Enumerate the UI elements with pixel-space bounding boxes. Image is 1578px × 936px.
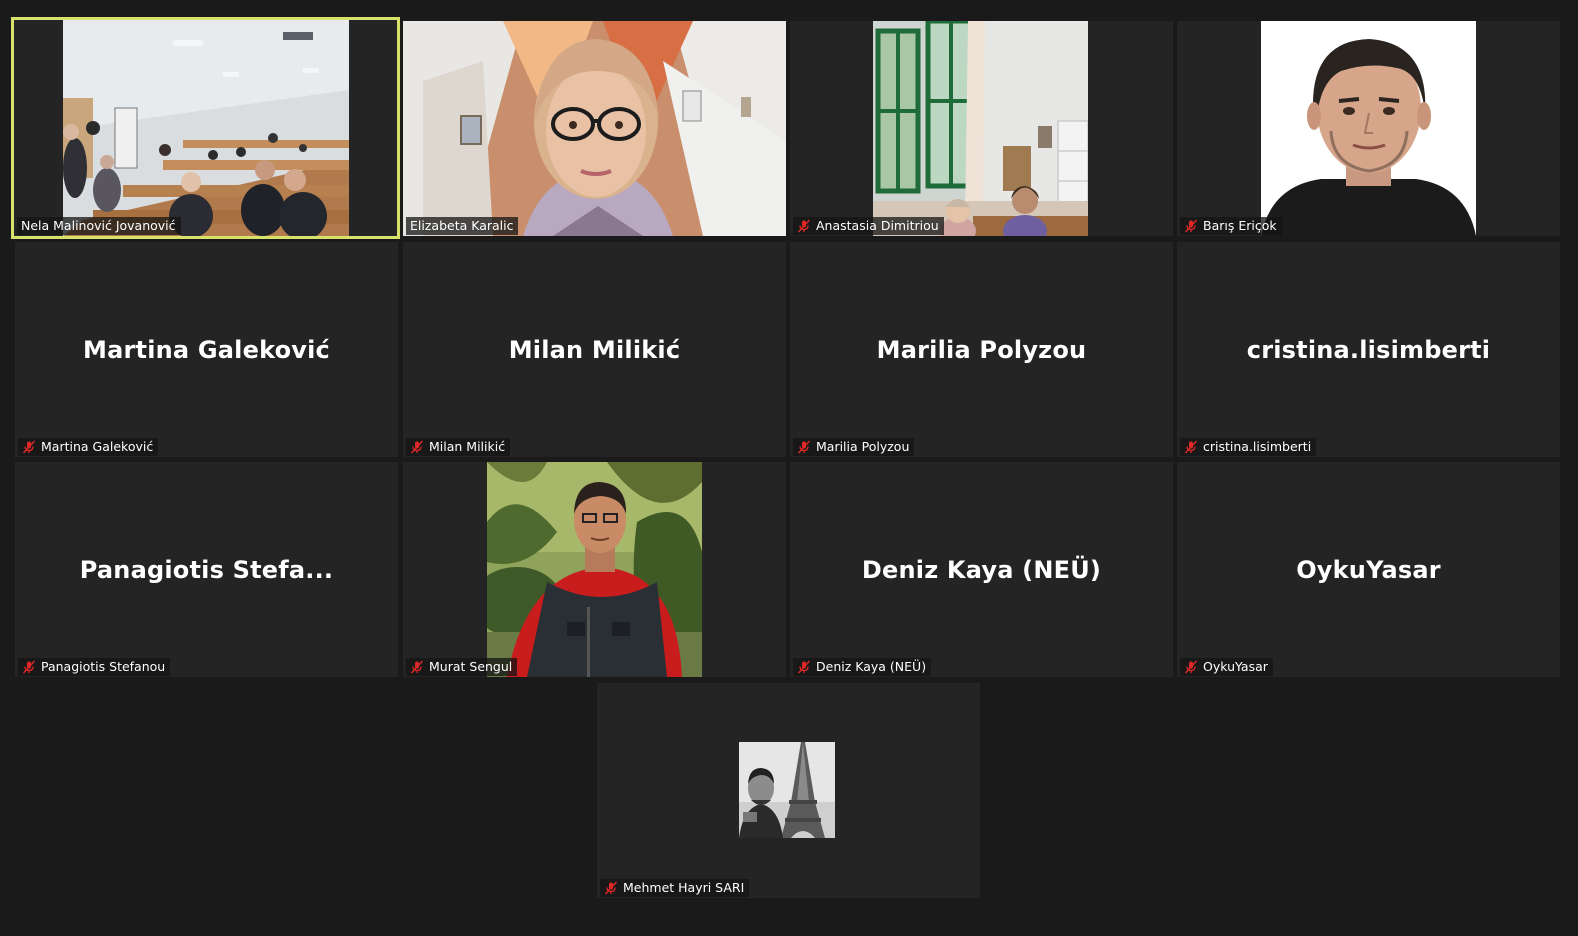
microphone-muted-icon (604, 881, 618, 895)
participant-center-label: cristina.lisimberti (1246, 335, 1491, 364)
microphone-muted-icon (1184, 440, 1198, 454)
participant-center-label: Marilia Polyzou (876, 335, 1087, 364)
participant-tile-baris[interactable]: Barış Eriçok (1177, 21, 1560, 236)
participant-name-tag: Martina Galeković (18, 438, 159, 456)
participant-name: Elizabeta Karalic (410, 218, 514, 233)
participant-name-tag: Nela Malinović Jovanović (17, 217, 181, 235)
participant-center-label: Deniz Kaya (NEÜ) (861, 555, 1102, 584)
video-gallery: Nela Malinović Jovanović Elizabeta Karal… (0, 0, 1578, 936)
participant-name: Deniz Kaya (NEÜ) (816, 659, 927, 674)
participant-tile-martina[interactable]: Martina Galeković Martina Galeković (15, 242, 398, 457)
participant-tile-marilia[interactable]: Marilia Polyzou Marilia Polyzou (790, 242, 1173, 457)
participant-tile-milan[interactable]: Milan Milikić Milan Milikić (403, 242, 786, 457)
participant-center-label: Martina Galeković (83, 335, 330, 364)
microphone-muted-icon (797, 440, 811, 454)
participant-name: Mehmet Hayri SARI (623, 880, 745, 895)
participant-name-tag: OykuYasar (1180, 658, 1273, 676)
participant-tile-anastasia[interactable]: Anastasia Dimitriou (790, 21, 1173, 236)
participant-name-tag: Deniz Kaya (NEÜ) (793, 658, 932, 676)
participant-name-tag: Marilia Polyzou (793, 438, 915, 456)
microphone-muted-icon (22, 440, 36, 454)
participant-tile-nela[interactable]: Nela Malinović Jovanović (11, 17, 400, 239)
participant-name-tag: Milan Milikić (406, 438, 511, 456)
participant-name-tag: Anastasia Dimitriou (793, 217, 944, 235)
participant-name: Barış Eriçok (1203, 218, 1277, 233)
participant-name-tag: Mehmet Hayri SARI (600, 879, 750, 897)
participant-name-tag: Elizabeta Karalic (406, 217, 519, 235)
participant-name: Milan Milikić (429, 439, 506, 454)
participant-tile-murat[interactable]: Murat Sengul (403, 462, 786, 677)
participant-tile-elizabeta[interactable]: Elizabeta Karalic (403, 21, 786, 236)
participant-tile-oyku[interactable]: OykuYasar OykuYasar (1177, 462, 1560, 677)
microphone-muted-icon (410, 440, 424, 454)
microphone-muted-icon (797, 219, 811, 233)
participant-name-tag: Panagiotis Stefanou (18, 658, 171, 676)
participant-name-tag: Barış Eriçok (1180, 217, 1282, 235)
man-portrait-photo (1261, 21, 1476, 236)
participant-center-label: Panagiotis Stefa... (79, 555, 334, 584)
participant-name: Murat Sengul (429, 659, 513, 674)
participant-name: cristina.lisimberti (1203, 439, 1312, 454)
microphone-muted-icon (22, 660, 36, 674)
microphone-muted-icon (1184, 219, 1198, 233)
participant-name-tag: cristina.lisimberti (1180, 438, 1317, 456)
classroom-video-feed (63, 20, 349, 236)
microphone-muted-icon (410, 660, 424, 674)
participant-tile-cristina[interactable]: cristina.lisimberti cristina.lisimberti (1177, 242, 1560, 457)
room-window-video-feed (873, 21, 1088, 236)
participant-center-label: OykuYasar (1296, 555, 1441, 584)
participant-center-label: Milan Milikić (508, 335, 681, 364)
microphone-muted-icon (797, 660, 811, 674)
man-outdoor-photo (487, 462, 702, 677)
participant-tile-mehmet[interactable]: Mehmet Hayri SARI (597, 683, 980, 898)
participant-tile-deniz[interactable]: Deniz Kaya (NEÜ) Deniz Kaya (NEÜ) (790, 462, 1173, 677)
participant-name: Marilia Polyzou (816, 439, 910, 454)
eiffel-avatar-photo (739, 742, 835, 838)
participant-name: Nela Malinović Jovanović (21, 218, 176, 233)
participant-name: Martina Galeković (41, 439, 154, 454)
participant-name: OykuYasar (1203, 659, 1268, 674)
microphone-muted-icon (1184, 660, 1198, 674)
participant-name-tag: Murat Sengul (406, 658, 518, 676)
participant-name: Panagiotis Stefanou (41, 659, 166, 674)
participant-tile-panagiotis[interactable]: Panagiotis Stefa... Panagiotis Stefanou (15, 462, 398, 677)
woman-glasses-video-feed (403, 21, 786, 236)
participant-name: Anastasia Dimitriou (816, 218, 939, 233)
